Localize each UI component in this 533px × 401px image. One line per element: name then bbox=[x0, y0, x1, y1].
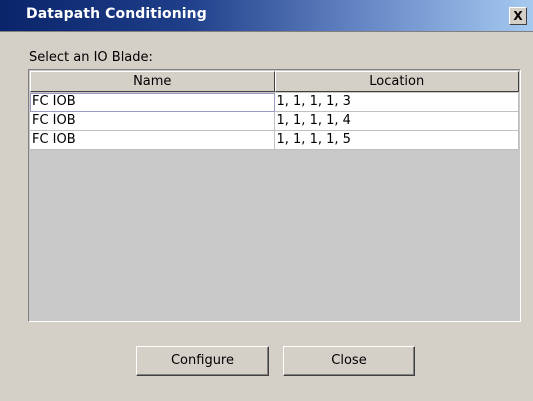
cell-name: FC IOB bbox=[30, 93, 275, 112]
cell-location: 1, 1, 1, 1, 3 bbox=[274, 93, 519, 112]
configure-button[interactable]: Configure bbox=[136, 346, 269, 376]
cell-location: 1, 1, 1, 1, 5 bbox=[274, 131, 519, 150]
table-row[interactable]: FC IOB 1, 1, 1, 1, 5 bbox=[30, 131, 519, 150]
cell-name: FC IOB bbox=[30, 131, 275, 150]
cell-name: FC IOB bbox=[30, 112, 275, 131]
close-icon[interactable]: X bbox=[509, 7, 527, 25]
title-bar[interactable]: Datapath Conditioning X bbox=[0, 0, 533, 32]
table-header: Name Location bbox=[30, 71, 519, 92]
close-button[interactable]: Close bbox=[283, 346, 415, 376]
cell-location: 1, 1, 1, 1, 4 bbox=[274, 112, 519, 131]
window-title: Datapath Conditioning bbox=[26, 6, 207, 22]
select-io-blade-label: Select an IO Blade: bbox=[29, 50, 153, 65]
io-blade-table: Name Location FC IOB 1, 1, 1, 1, 3 FC IO… bbox=[28, 69, 521, 322]
table-row[interactable]: FC IOB 1, 1, 1, 1, 3 bbox=[30, 93, 519, 112]
column-header-name[interactable]: Name bbox=[30, 71, 275, 92]
table-body: FC IOB 1, 1, 1, 1, 3 FC IOB 1, 1, 1, 1, … bbox=[30, 93, 519, 150]
table-row[interactable]: FC IOB 1, 1, 1, 1, 4 bbox=[30, 112, 519, 131]
datapath-conditioning-dialog: Datapath Conditioning X Select an IO Bla… bbox=[0, 0, 533, 401]
column-header-location[interactable]: Location bbox=[274, 71, 519, 92]
